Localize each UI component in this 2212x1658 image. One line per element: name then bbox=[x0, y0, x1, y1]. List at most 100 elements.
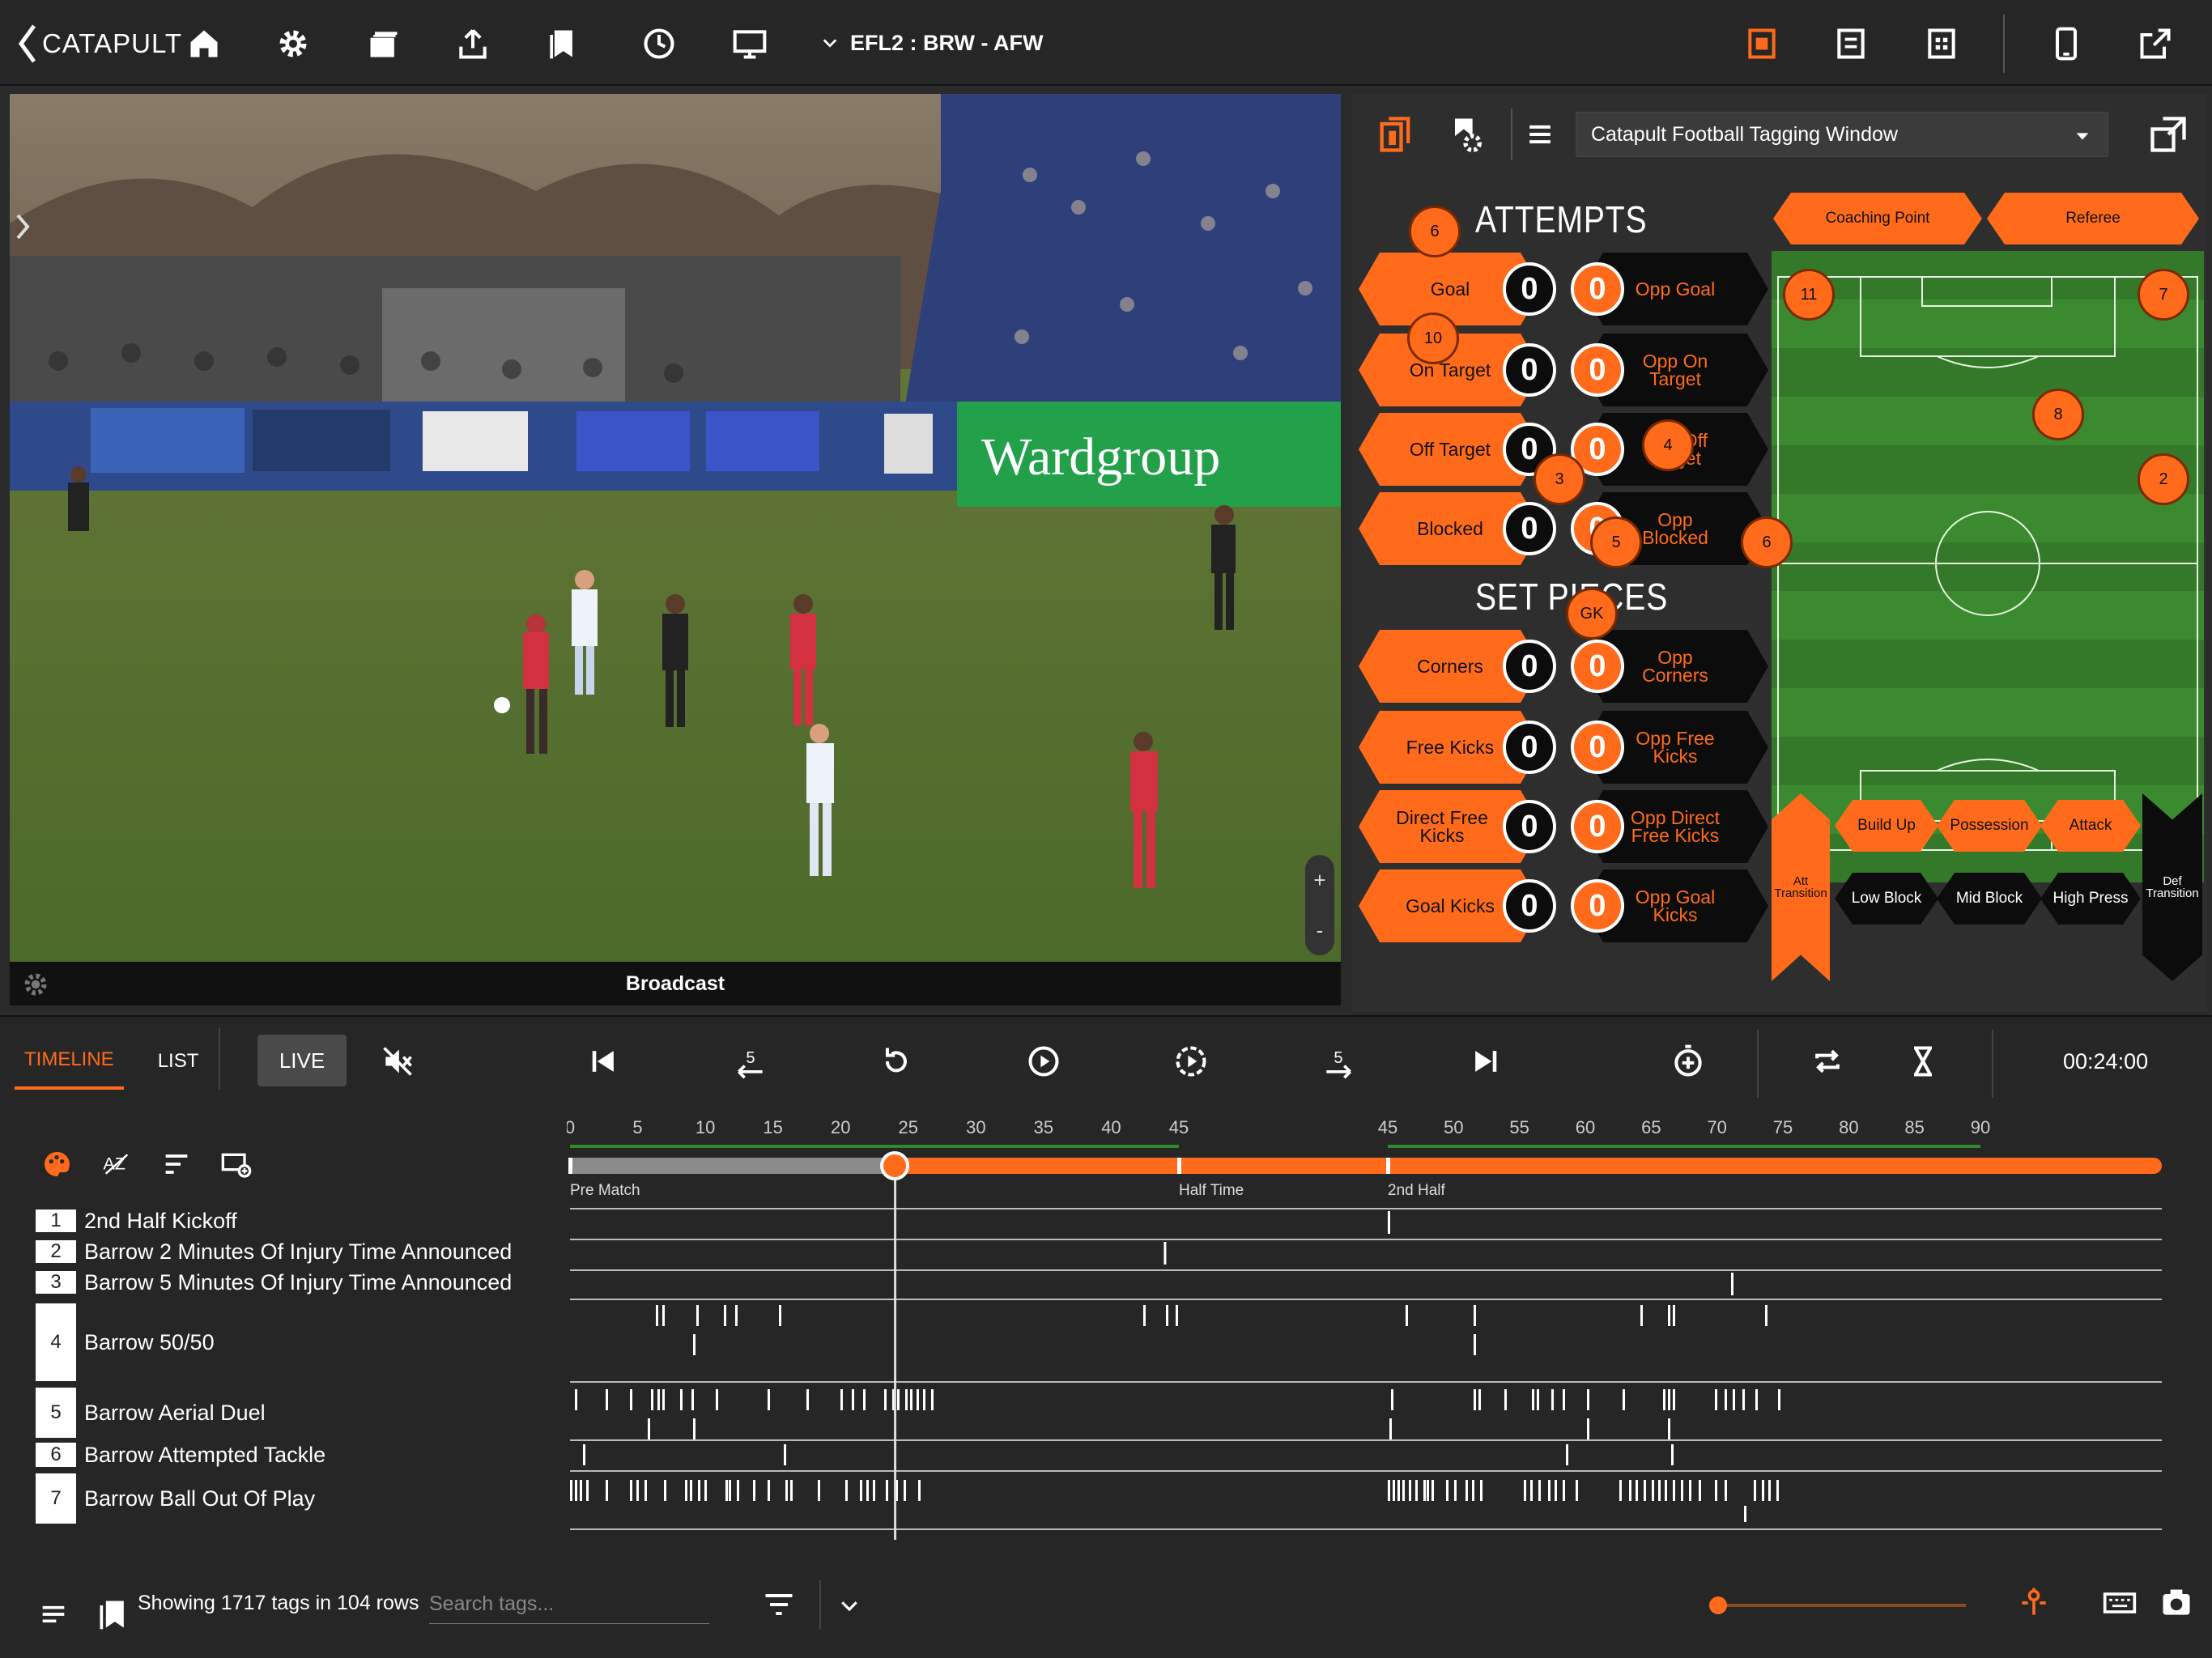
replay-icon[interactable] bbox=[873, 1038, 920, 1085]
player-marker[interactable]: 5 bbox=[1590, 517, 1642, 568]
pin-icon[interactable] bbox=[2016, 1585, 2052, 1621]
player-marker[interactable]: 8 bbox=[2032, 389, 2084, 440]
loop-icon[interactable] bbox=[1804, 1038, 1851, 1085]
mid-block-button[interactable]: Mid Block bbox=[1937, 873, 2042, 925]
player-marker[interactable]: 7 bbox=[2138, 269, 2189, 321]
coaching-point-button[interactable]: Coaching Point bbox=[1773, 193, 1982, 244]
skip-start-icon[interactable] bbox=[580, 1038, 627, 1085]
tag-settings-icon[interactable] bbox=[1444, 113, 1487, 155]
tag-event bbox=[662, 1389, 665, 1410]
player-marker[interactable]: 6 bbox=[1409, 206, 1461, 257]
def-transition-button[interactable]: Def Transition bbox=[2142, 793, 2202, 981]
tag-event bbox=[737, 1480, 739, 1501]
live-button[interactable]: LIVE bbox=[257, 1035, 347, 1086]
layout-grid-icon[interactable] bbox=[1919, 21, 1964, 66]
add-timer-icon[interactable] bbox=[1665, 1038, 1712, 1085]
slow-motion-icon[interactable] bbox=[1168, 1038, 1214, 1085]
list-item[interactable]: 1 2nd Half Kickoff bbox=[36, 1208, 237, 1234]
video-zoom-control[interactable]: + - bbox=[1305, 855, 1334, 955]
player-marker[interactable]: 6 bbox=[1741, 517, 1793, 568]
hourglass-icon[interactable] bbox=[1899, 1038, 1946, 1085]
tag-event bbox=[1409, 1480, 1411, 1501]
attempt-row-goal: Goal 0 Opp Goal 0 bbox=[1359, 253, 1768, 325]
tag-event bbox=[1644, 1480, 1646, 1501]
video-library-icon[interactable] bbox=[361, 21, 406, 66]
match-timeline[interactable]: 0 5 10 15 20 25 30 35 40 45 45 50 55 60 65 70 75 80 85 90 Pr… bbox=[567, 1111, 2186, 1540]
play-icon[interactable] bbox=[1020, 1038, 1067, 1085]
player-marker[interactable]: 10 bbox=[1407, 312, 1459, 364]
add-row-icon[interactable] bbox=[219, 1146, 254, 1182]
tag-event bbox=[1551, 1389, 1554, 1410]
row-number: 7 bbox=[36, 1473, 76, 1524]
opp-direct-free-kicks-count: 0 bbox=[1571, 800, 1624, 853]
player-marker[interactable]: 2 bbox=[2138, 453, 2189, 505]
home-icon[interactable] bbox=[181, 21, 227, 66]
filter-icon[interactable] bbox=[761, 1587, 797, 1622]
build-up-button[interactable]: Build Up bbox=[1835, 800, 1938, 852]
timeline-elapsed-bar bbox=[570, 1158, 895, 1174]
tagging-window-select[interactable]: Catapult Football Tagging Window bbox=[1576, 112, 2108, 157]
skip-end-icon[interactable] bbox=[1462, 1038, 1509, 1085]
list-item[interactable]: 5 Barrow Aerial Duel bbox=[36, 1388, 266, 1438]
keyboard-icon[interactable] bbox=[2102, 1585, 2138, 1621]
menu-icon[interactable] bbox=[1522, 117, 1558, 152]
tag-event bbox=[1474, 1305, 1476, 1326]
gear-icon[interactable] bbox=[270, 21, 316, 66]
high-press-button[interactable]: High Press bbox=[2040, 873, 2141, 925]
zoom-in-button[interactable]: + bbox=[1313, 868, 1325, 893]
tag-event bbox=[753, 1480, 755, 1501]
match-selector[interactable]: EFL2 : BRW - AFW bbox=[821, 24, 1043, 62]
tab-list[interactable]: LIST bbox=[148, 1033, 209, 1090]
attack-button[interactable]: Attack bbox=[2040, 800, 2141, 852]
palette-icon[interactable] bbox=[39, 1146, 74, 1182]
player-marker[interactable]: 4 bbox=[1642, 419, 1694, 471]
tag-event bbox=[1755, 1389, 1758, 1410]
tag-event bbox=[580, 1480, 582, 1501]
tag-event bbox=[845, 1480, 848, 1501]
popout-window-icon[interactable] bbox=[2147, 113, 2189, 155]
player-marker[interactable]: 11 bbox=[1783, 269, 1835, 321]
list-menu-icon[interactable] bbox=[37, 1598, 70, 1630]
skip-forward-5-icon[interactable]: 5 bbox=[1315, 1038, 1362, 1085]
tablet-icon[interactable] bbox=[2044, 21, 2089, 66]
tick-label: 5 bbox=[632, 1117, 642, 1137]
sort-alpha-icon[interactable]: AZ bbox=[99, 1146, 134, 1182]
formation-pitch[interactable] bbox=[1772, 251, 2204, 882]
tag-event bbox=[806, 1389, 809, 1410]
bookmarks-icon[interactable] bbox=[539, 21, 585, 66]
upload-icon[interactable] bbox=[450, 21, 496, 66]
tag-copy-icon[interactable] bbox=[1375, 113, 1417, 155]
tag-event bbox=[1636, 1480, 1638, 1501]
tag-event bbox=[1671, 1444, 1674, 1465]
player-marker[interactable]: GK bbox=[1566, 588, 1618, 640]
mute-icon[interactable] bbox=[374, 1038, 421, 1085]
player-marker[interactable]: 3 bbox=[1534, 453, 1585, 505]
clock-icon[interactable] bbox=[636, 21, 682, 66]
low-block-button[interactable]: Low Block bbox=[1835, 873, 1938, 925]
possession-button[interactable]: Possession bbox=[1937, 800, 2042, 852]
zoom-out-button[interactable]: - bbox=[1317, 918, 1324, 943]
layout-list-icon[interactable] bbox=[1828, 21, 1874, 66]
referee-button[interactable]: Referee bbox=[1987, 193, 2199, 244]
skip-back-5-icon[interactable]: 5 bbox=[727, 1038, 774, 1085]
bookmark-icon[interactable] bbox=[96, 1592, 131, 1637]
att-transition-button[interactable]: Att Transition bbox=[1772, 793, 1830, 981]
popout-icon[interactable] bbox=[2133, 21, 2178, 66]
tab-timeline[interactable]: TIMELINE bbox=[15, 1033, 124, 1090]
timeline-graphic: 0 5 10 15 20 25 30 35 40 45 45 50 55 60 65 70 75 80 85 90 Pr… bbox=[567, 1117, 2162, 1540]
video-settings-icon[interactable] bbox=[21, 970, 50, 999]
video-player[interactable]: Wardgroup bbox=[10, 94, 1341, 962]
search-tags-input[interactable]: Search tags... bbox=[429, 1585, 709, 1624]
chevron-down-icon[interactable] bbox=[837, 1593, 861, 1618]
list-item[interactable]: 2 Barrow 2 Minutes Of Injury Time Announc… bbox=[36, 1239, 512, 1265]
list-item[interactable]: 7 Barrow Ball Out Of Play bbox=[36, 1473, 315, 1524]
list-item[interactable]: 4 Barrow 50/50 bbox=[36, 1303, 215, 1381]
layout-single-icon[interactable] bbox=[1739, 21, 1784, 66]
timeline-zoom-slider[interactable] bbox=[1708, 1596, 1976, 1614]
list-item[interactable]: 6 Barrow Attempted Tackle bbox=[36, 1443, 325, 1467]
sort-icon[interactable] bbox=[159, 1146, 194, 1182]
tag-event bbox=[1537, 1389, 1539, 1410]
monitor-icon[interactable] bbox=[727, 21, 772, 66]
list-item[interactable]: 3 Barrow 5 Minutes Of Injury Time Announc… bbox=[36, 1269, 512, 1295]
camera-icon[interactable] bbox=[2159, 1585, 2194, 1621]
